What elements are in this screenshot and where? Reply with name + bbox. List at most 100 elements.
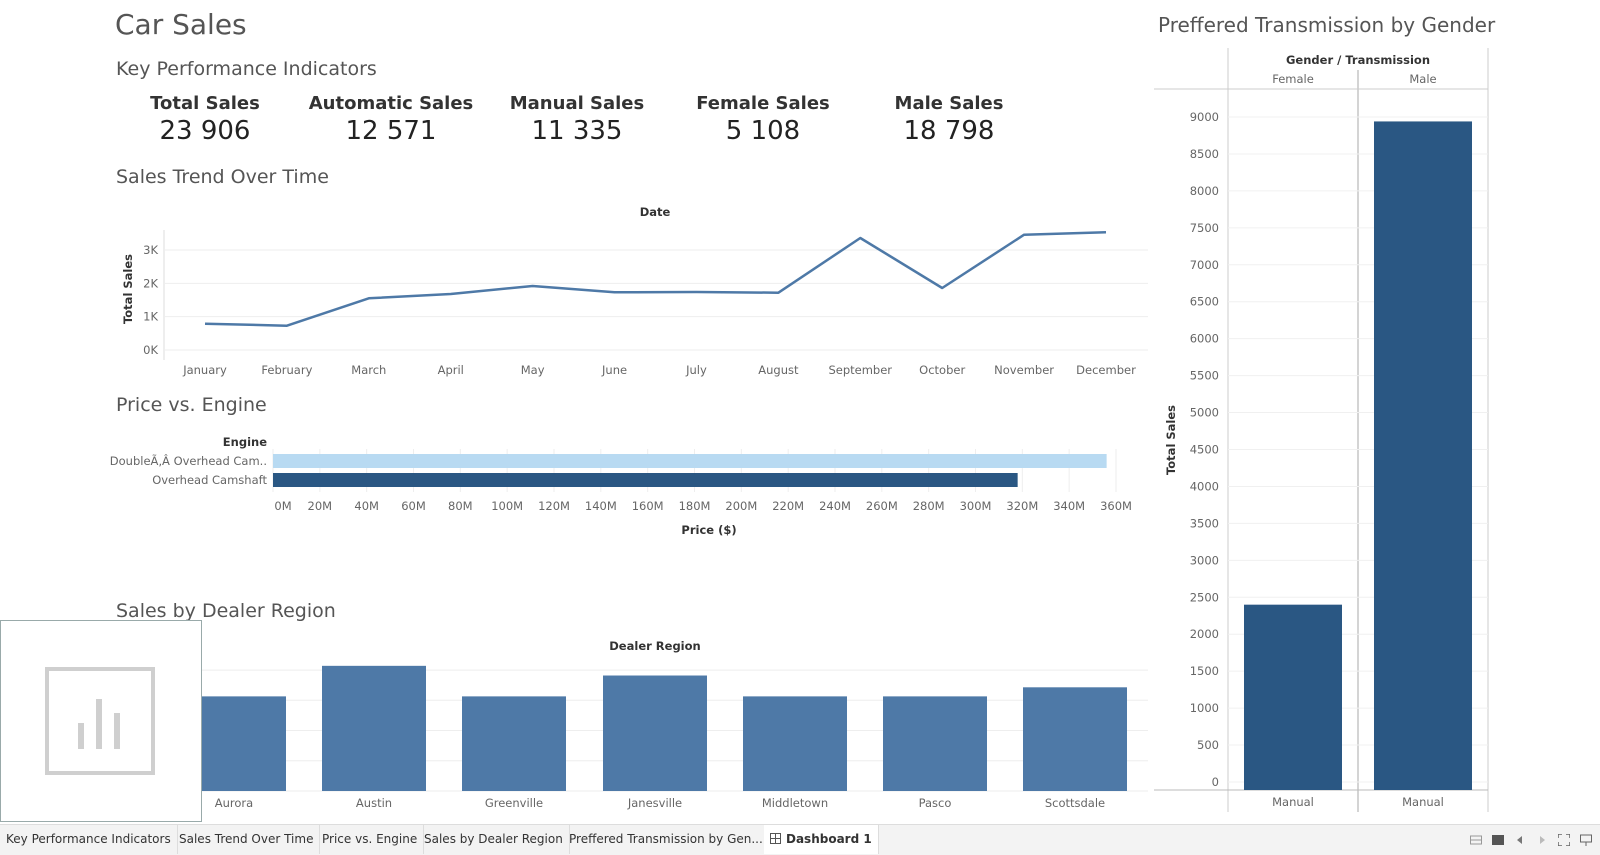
region-chart: Dealer Region Aurora Austin Greenville Jane… (160, 639, 1148, 810)
gender-x-tick-label: Manual (1272, 795, 1314, 809)
region-bar (883, 696, 987, 791)
gender-y-tick-label: 0 (1212, 775, 1219, 789)
trend-x-tick-label: July (685, 363, 707, 377)
engine-bar (273, 454, 1107, 468)
engine-x-tick-label: 240M (819, 499, 851, 513)
tab-sales-trend-over-time[interactable]: Sales Trend Over Time (173, 825, 321, 854)
trend-x-tick-label: December (1076, 363, 1136, 377)
region-header: Dealer Region (609, 639, 700, 653)
gender-y-axis-title: Total Sales (1164, 405, 1178, 475)
engine-x-tick-label: 120M (538, 499, 570, 513)
trend-y-tick-label: 2K (143, 276, 158, 290)
trend-x-ticks: January February March April May June July Augu… (182, 363, 1136, 377)
gender-chart: Gender / Transmission Female Male Total … (1154, 48, 1489, 812)
gender-bar (1244, 604, 1342, 790)
scroll-right-icon[interactable] (1536, 834, 1548, 846)
dashboard-grid-icon (770, 833, 781, 844)
gender-y-tick-label: 1500 (1190, 664, 1219, 678)
sheet-placeholder-panel[interactable] (0, 620, 202, 822)
engine-x-tick-label: 20M (308, 499, 333, 513)
sheet-tab-bar: Key Performance Indicators Sales Trend O… (0, 824, 1600, 855)
region-x-tick-label: Scottsdale (1045, 796, 1105, 810)
gender-bar (1374, 121, 1472, 790)
scroll-left-icon[interactable] (1514, 834, 1526, 846)
engine-x-tick-label: 300M (960, 499, 992, 513)
filmstrip-view-icon[interactable] (1492, 834, 1504, 846)
region-x-ticks: Aurora Austin Greenville Janesville Middleto… (215, 796, 1105, 810)
engine-x-tick-label: 260M (866, 499, 898, 513)
region-bar (603, 675, 707, 791)
trend-x-tick-label: January (182, 363, 227, 377)
gender-y-tick-label: 8500 (1190, 147, 1219, 161)
tab-dashboard-1[interactable]: Dashboard 1 (764, 825, 879, 854)
charts-canvas: Date Total Sales 0K 1K 2K 3K January Februar… (110, 48, 1489, 812)
region-x-tick-label: Aurora (215, 796, 253, 810)
engine-x-tick-label: 320M (1006, 499, 1038, 513)
gender-y-tick-label: 6000 (1190, 332, 1219, 346)
gender-y-tick-label: 4000 (1190, 479, 1219, 493)
show-sheets-as-tabs-icon[interactable] (1470, 834, 1482, 846)
engine-category-label: DoubleÃ‚Â Overhead Cam.. (110, 453, 267, 468)
fullscreen-icon[interactable] (1558, 834, 1570, 846)
engine-x-tick-label: 280M (913, 499, 945, 513)
trend-x-tick-label: March (351, 363, 386, 377)
engine-x-tick-label: 340M (1053, 499, 1085, 513)
engine-chart: Engine Price ($) DoubleÃ‚Â Overhead Cam.… (110, 435, 1132, 537)
engine-x-tick-label: 180M (679, 499, 711, 513)
trend-y-axis-title: Total Sales (121, 254, 135, 324)
trend-y-tick-label: 0K (143, 343, 158, 357)
region-x-tick-label: Middletown (762, 796, 828, 810)
region-x-tick-label: Austin (356, 796, 392, 810)
engine-x-tick-label: 40M (354, 499, 379, 513)
trend-chart: Date Total Sales 0K 1K 2K 3K January Februar… (121, 205, 1148, 377)
engine-category-label: Overhead Camshaft (152, 473, 267, 487)
gender-y-tick-label: 7500 (1190, 221, 1219, 235)
engine-x-tick-label: 140M (585, 499, 617, 513)
region-x-tick-label: Greenville (485, 796, 543, 810)
trend-x-tick-label: June (601, 363, 627, 377)
engine-x-tick-label: 0M (274, 499, 291, 513)
gender-y-tick-label: 6500 (1190, 295, 1219, 309)
gender-y-tick-label: 2000 (1190, 627, 1219, 641)
trend-gridlines (164, 249, 1148, 351)
gender-group-female: Female (1272, 72, 1314, 86)
region-bar (1023, 687, 1127, 791)
trend-series-line[interactable] (204, 231, 1107, 327)
gender-y-tick-label: 2500 (1190, 590, 1219, 604)
trend-y-tick-label: 1K (143, 310, 158, 324)
trend-x-tick-label: May (521, 363, 545, 377)
bar-chart-placeholder-icon (45, 667, 155, 775)
engine-header: Engine (223, 435, 267, 449)
gender-y-ticks: 0 500 1000 1500 2000 2500 3000 3500 4000 4500 5000… (1190, 110, 1219, 789)
region-bar (743, 696, 847, 791)
region-bar (322, 665, 426, 791)
trend-x-tick-label: February (261, 363, 312, 377)
engine-x-tick-label: 220M (772, 499, 804, 513)
engine-bars: DoubleÃ‚Â Overhead Cam.. Overhead Camshaf… (110, 453, 1107, 487)
trend-x-tick-label: November (994, 363, 1054, 377)
gender-y-tick-label: 3000 (1190, 553, 1219, 567)
gender-y-tick-label: 5500 (1190, 369, 1219, 383)
engine-x-tick-label: 80M (448, 499, 473, 513)
trend-x-tick-label: August (758, 363, 799, 377)
gender-y-tick-label: 500 (1197, 738, 1219, 752)
gender-y-tick-label: 3500 (1190, 516, 1219, 530)
gender-header: Gender / Transmission (1286, 53, 1430, 67)
tab-preffered-transmission-by-gender[interactable]: Preffered Transmission by Gen... (563, 825, 770, 854)
tab-dashboard-1-label: Dashboard 1 (786, 832, 872, 846)
trend-y-tick-label: 3K (143, 243, 158, 257)
gender-group-male: Male (1409, 72, 1436, 86)
tab-key-performance-indicators[interactable]: Key Performance Indicators (0, 825, 178, 854)
tab-price-vs-engine[interactable]: Price vs. Engine (316, 825, 425, 854)
tab-sales-by-dealer-region[interactable]: Sales by Dealer Region (418, 825, 570, 854)
gender-y-tick-label: 5000 (1190, 406, 1219, 420)
engine-x-tick-label: 160M (632, 499, 664, 513)
region-x-tick-label: Janesville (627, 796, 682, 810)
engine-x-tick-label: 100M (491, 499, 523, 513)
gender-y-tick-label: 7000 (1190, 258, 1219, 272)
engine-bar (273, 473, 1018, 487)
gender-x-tick-label: Manual (1402, 795, 1444, 809)
presentation-mode-icon[interactable] (1580, 834, 1592, 846)
region-bars (182, 665, 1127, 791)
trend-y-ticks: 0K 1K 2K 3K (143, 243, 158, 357)
